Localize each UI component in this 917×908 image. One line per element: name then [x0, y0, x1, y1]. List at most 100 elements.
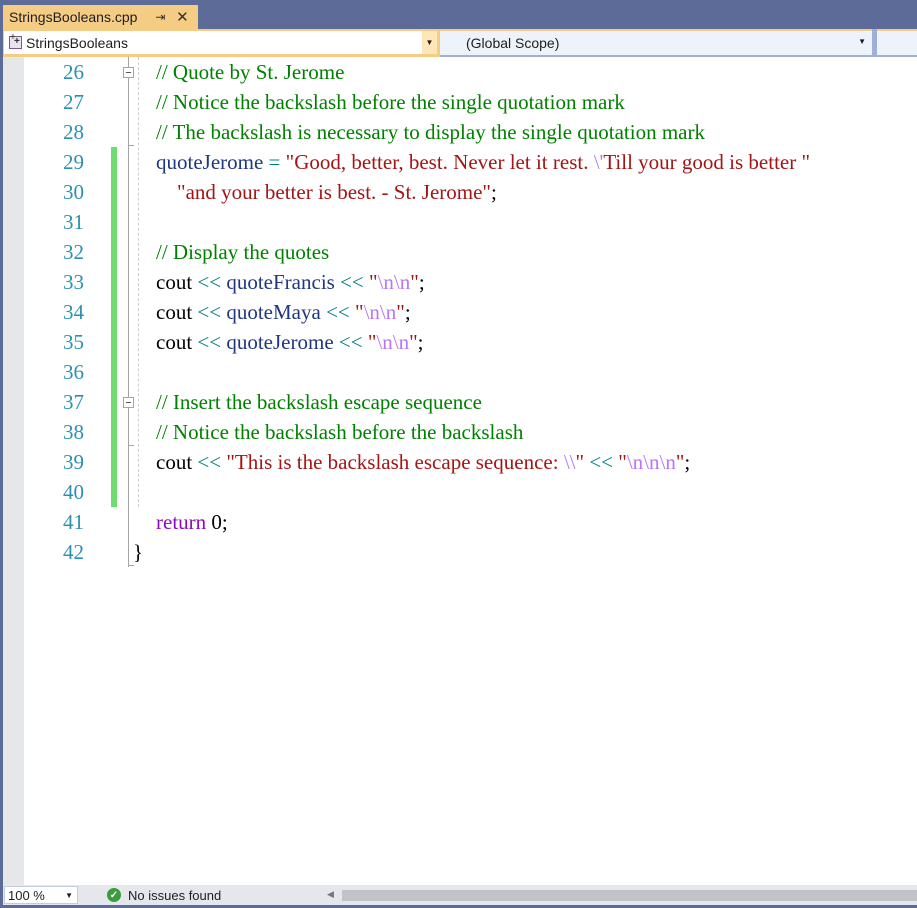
token-var: quoteJerome [226, 330, 334, 354]
token-str: " [355, 300, 364, 324]
token-comment: // Quote by St. Jerome [156, 60, 345, 84]
code-line[interactable]: 37 // Insert the backslash escape sequenc… [3, 387, 917, 417]
chevron-down-icon[interactable]: ▼ [65, 891, 73, 900]
token-comment: // Notice the backslash before the backs… [156, 420, 524, 444]
code-line[interactable]: 39 cout << "This is the backslash escape … [3, 447, 917, 477]
code-line[interactable]: 26 // Quote by St. Jerome [3, 57, 917, 87]
line-number: 40 [63, 480, 84, 504]
code-text: quoteJerome = "Good, better, best. Never… [156, 147, 810, 177]
code-line[interactable]: 40 [3, 477, 917, 507]
scope-dropdown[interactable]: (Global Scope) ▼ [440, 29, 872, 57]
token-comment: // Insert the backslash escape sequence [156, 390, 482, 414]
indent-guide [138, 57, 139, 507]
fold-end-tick [128, 145, 134, 146]
line-number: 37 [63, 390, 84, 414]
issues-indicator[interactable]: ✓ No issues found [107, 886, 221, 904]
collapse-region-icon[interactable] [123, 67, 134, 78]
chevron-down-icon[interactable]: ▼ [858, 37, 866, 46]
token-plain: 0; [206, 510, 228, 534]
change-indicator [111, 477, 117, 507]
fold-guide [128, 408, 129, 447]
code-line[interactable]: 29 quoteJerome = "Good, better, best. Nev… [3, 147, 917, 177]
code-line[interactable]: 34 cout << quoteMaya << "\n\n"; [3, 297, 917, 327]
token-esc: \\ [563, 450, 576, 474]
line-number: 35 [63, 330, 84, 354]
token-comment: // Notice the backslash before the singl… [156, 90, 625, 114]
change-indicator [111, 387, 117, 417]
code-text: cout << "This is the backslash escape se… [156, 447, 690, 477]
token-var: quoteFrancis [226, 270, 335, 294]
line-number: 41 [63, 510, 84, 534]
code-text: // The backslash is necessary to display… [156, 117, 705, 147]
close-icon[interactable]: ✕ [175, 8, 189, 26]
pin-icon[interactable]: ⇥ [153, 10, 167, 24]
code-text: // Notice the backslash before the backs… [156, 417, 523, 447]
project-dropdown-arrow[interactable]: ▼ [422, 31, 437, 54]
code-line[interactable]: 35 cout << quoteJerome << "\n\n"; [3, 327, 917, 357]
zoom-dropdown[interactable]: 100 % ▼ [4, 886, 78, 904]
token-str: " [396, 300, 405, 324]
project-dropdown[interactable]: StringsBooleans [4, 31, 422, 54]
horizontal-scrollbar[interactable] [342, 890, 917, 901]
code-text: return 0; [156, 507, 228, 537]
token-str: "This is the backslash escape sequence: [226, 450, 564, 474]
navigation-bar: StringsBooleans ▼ (Global Scope) ▼ [3, 29, 917, 57]
token-esc: \n\n [363, 300, 397, 324]
token-str: " [369, 270, 378, 294]
token-plain: ; [684, 450, 691, 474]
code-line[interactable]: 27 // Notice the backslash before the sin… [3, 87, 917, 117]
change-indicator [111, 297, 117, 327]
code-line[interactable]: 38 // Notice the backslash before the bac… [3, 417, 917, 447]
code-line[interactable]: 28 // The backslash is necessary to displ… [3, 117, 917, 147]
token-str: " [409, 330, 418, 354]
tab-stringsbooleans-cpp[interactable]: StringsBooleans.cpp ⇥ ✕ [3, 5, 198, 29]
line-number: 34 [63, 300, 84, 324]
token-plain: } [133, 540, 144, 564]
token-plain: ; [404, 300, 411, 324]
token-var: quoteJerome [156, 150, 264, 174]
token-comment: // Display the quotes [156, 240, 330, 264]
change-indicator [111, 327, 117, 357]
line-number: 29 [63, 150, 84, 174]
member-dropdown[interactable] [877, 29, 917, 57]
code-text: cout << quoteMaya << "\n\n"; [156, 297, 411, 327]
change-indicator [111, 147, 117, 177]
code-line[interactable]: 36 [3, 357, 917, 387]
line-number: 33 [63, 270, 84, 294]
line-number: 27 [63, 90, 84, 114]
token-str: "and your better is best. - St. Jerome" [177, 180, 491, 204]
collapse-region-icon[interactable] [123, 397, 134, 408]
code-line[interactable]: 42} [3, 537, 917, 567]
change-indicator [111, 177, 117, 207]
code-line[interactable]: 30 "and your better is best. - St. Jerom… [3, 177, 917, 207]
line-number: 39 [63, 450, 84, 474]
line-number: 32 [63, 240, 84, 264]
code-line[interactable]: 32 // Display the quotes [3, 237, 917, 267]
code-text: "and your better is best. - St. Jerome"; [156, 177, 497, 207]
token-str: Till your good is better " [603, 150, 811, 174]
token-esc: \' [593, 150, 604, 174]
code-line[interactable]: 33 cout << quoteFrancis << "\n\n"; [3, 267, 917, 297]
token-plain: cout [156, 270, 193, 294]
change-indicator [111, 417, 117, 447]
line-number: 42 [63, 540, 84, 564]
line-number: 28 [63, 120, 84, 144]
token-plain: ; [491, 180, 497, 204]
project-icon [9, 32, 22, 49]
fold-end-tick [128, 565, 134, 566]
code-line[interactable]: 31 [3, 207, 917, 237]
code-text: cout << quoteFrancis << "\n\n"; [156, 267, 425, 297]
token-plain: cout [156, 450, 193, 474]
scroll-left-arrow-icon[interactable]: ◀ [327, 889, 334, 900]
code-line[interactable]: 41 return 0; [3, 507, 917, 537]
code-text: cout << quoteJerome << "\n\n"; [156, 327, 424, 357]
scope-label: (Global Scope) [466, 35, 560, 51]
code-text: // Notice the backslash before the singl… [156, 87, 625, 117]
token-esc: \n\n [377, 270, 411, 294]
token-comment: // The backslash is necessary to display… [156, 120, 705, 144]
code-text: // Display the quotes [156, 237, 329, 267]
token-op: = [263, 150, 286, 174]
code-editor[interactable]: 26 // Quote by St. Jerome 27 // Notice the … [3, 57, 917, 885]
token-op: << [334, 270, 370, 294]
token-plain: cout [156, 300, 193, 324]
